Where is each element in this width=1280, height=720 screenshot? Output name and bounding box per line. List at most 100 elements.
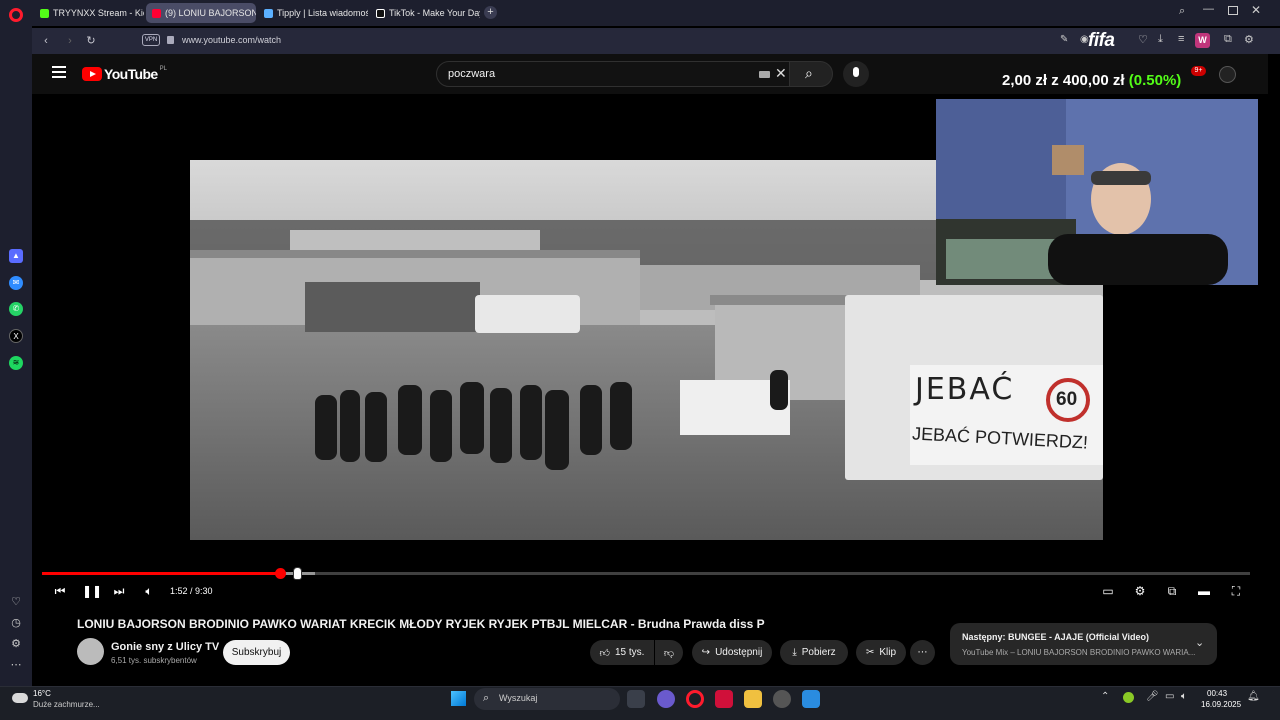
settings-gear-icon[interactable]: ⚙ (9, 637, 23, 651)
weather-temperature: 16°C (33, 689, 51, 698)
windows-start-icon[interactable] (451, 691, 466, 706)
more-dots-icon[interactable]: ⋯ (9, 658, 23, 672)
search-icon: ⌕ (483, 692, 490, 704)
search-input[interactable]: poczwara ✕ (436, 61, 821, 87)
menu-icon[interactable]: ≡ (1178, 33, 1184, 45)
donation-amount: 2,00 zł z 400,00 zł (1002, 72, 1125, 89)
aria-icon[interactable]: ▲ (9, 249, 23, 263)
download-icon: ⤓ (792, 647, 797, 658)
scissors-icon: ✂ (865, 647, 875, 658)
up-next-subtitle: YouTube Mix – LONIU BAJORSON BRODINIO PA… (962, 648, 1196, 657)
history-icon[interactable]: ◷ (9, 616, 23, 630)
progress-scrubber[interactable] (274, 568, 286, 579)
search-button[interactable]: ⌕ (789, 61, 833, 87)
next-button[interactable]: ⏭ (111, 583, 127, 599)
share-label: Udostępnij (715, 647, 763, 658)
opera-sidebar: ▲ ✉ ✆ X ≋ ♡ ◷ ⚙ ⋯ (0, 0, 32, 686)
taskbar-app-icon[interactable] (715, 690, 733, 708)
taskbar-folder-icon[interactable] (744, 690, 762, 708)
chevron-up-icon[interactable]: ⌃ (1101, 691, 1109, 702)
like-button[interactable]: 👍︎ 15 tys. (590, 640, 654, 665)
tab-search-icon[interactable]: ⌕ (1179, 5, 1185, 18)
taskbar-opera-icon[interactable] (686, 690, 704, 708)
previous-button[interactable]: ⏮ (52, 583, 68, 599)
vpn-badge[interactable]: VPN (142, 34, 160, 46)
whatsapp-icon[interactable]: ✆ (9, 302, 23, 316)
taskbar-app-icon[interactable] (773, 690, 791, 708)
settings-gear-icon[interactable]: ⚙ (1132, 583, 1148, 599)
share-button[interactable]: ↪ Udostępnij (692, 640, 772, 665)
x-twitter-icon[interactable]: X (9, 329, 23, 343)
tab-tipply[interactable]: Tipply | Lista wiadomości (258, 3, 368, 23)
maximize-window-button[interactable] (1228, 6, 1238, 15)
clock-date[interactable]: 16.09.2025 (1201, 700, 1241, 709)
clock-time[interactable]: 00:43 (1207, 689, 1227, 698)
fifa-overlay-logo: fifa (1088, 30, 1115, 51)
chevron-down-icon[interactable]: ⌄ (1195, 636, 1204, 649)
taskbar-app-icon[interactable] (627, 690, 645, 708)
heart-icon[interactable]: ♡ (1138, 33, 1148, 46)
weather-cloud-icon[interactable] (12, 693, 28, 703)
pause-button[interactable]: ❚❚ (82, 583, 102, 599)
tray-app-icon[interactable] (1123, 692, 1134, 703)
minimize-window-button[interactable]: — (1203, 3, 1214, 15)
channel-name[interactable]: Gonie sny z Ulicy TV (111, 641, 219, 653)
close-window-button[interactable]: ✕ (1251, 3, 1261, 17)
url-text[interactable]: www.youtube.com/watch (182, 35, 281, 45)
youtube-logo[interactable]: YouTube PL (82, 66, 167, 82)
profile-avatar[interactable]: W (1195, 33, 1210, 48)
time-display: 1:52 / 9:30 (170, 586, 213, 596)
theater-mode-icon[interactable]: ▬ (1196, 583, 1212, 599)
channel-avatar[interactable] (77, 638, 104, 665)
taskbar-app-icon[interactable] (657, 690, 675, 708)
donation-percent: (0.50%) (1128, 72, 1182, 89)
youtube-logo-text: YouTube (104, 66, 158, 82)
up-next-card[interactable]: Następny: BUNGEE - AJAJE (Official Video… (950, 623, 1217, 665)
heart-icon[interactable]: ♡ (9, 595, 23, 609)
voice-search-button[interactable] (843, 61, 869, 87)
dislike-button[interactable]: 👎︎ (655, 640, 683, 665)
taskbar-app-icon[interactable] (802, 690, 820, 708)
browser-tab-strip: TRYYNXX Stream - Kick D (9) LONIU BAJORS… (0, 0, 1280, 26)
fullscreen-icon[interactable]: ⛶ (1228, 583, 1244, 599)
microphone-icon[interactable]: 🎤︎ (1146, 691, 1159, 702)
subscribe-button[interactable]: Subskrybuj (223, 640, 290, 665)
tab-kick[interactable]: TRYYNXX Stream - Kick D (34, 3, 144, 23)
tab-tiktok[interactable]: TikTok - Make Your Day (370, 3, 480, 23)
subtitles-icon[interactable]: ▭ (1100, 583, 1116, 599)
reload-icon[interactable]: ↻ (83, 33, 99, 49)
lock-icon (167, 36, 174, 44)
edit-icon[interactable]: ✎ (1060, 34, 1068, 45)
back-arrow-icon[interactable]: ‹ (38, 33, 54, 49)
notification-badge[interactable]: 9+ (1191, 66, 1206, 76)
miniplayer-icon[interactable]: ⧉ (1164, 583, 1180, 599)
new-tab-plus-icon[interactable]: + (484, 6, 497, 19)
more-actions-button[interactable]: ⋯ (910, 640, 935, 665)
clip-button[interactable]: ✂ Klip (856, 640, 906, 665)
speaker-icon[interactable]: 🔈︎ (1181, 691, 1187, 702)
network-icon[interactable]: ▭ (1165, 691, 1174, 702)
taskbar-search-box[interactable]: ⌕ Wyszukaj (474, 688, 620, 710)
download-label: Pobierz (801, 647, 836, 658)
settings-gear-icon[interactable]: ⚙ (1244, 33, 1254, 46)
search-icon: ⌕ (805, 65, 813, 81)
banner-circle-logo: 60 (1046, 378, 1090, 422)
download-icon[interactable]: ⤓ (1158, 33, 1163, 46)
streamer-webcam (936, 99, 1258, 285)
download-button[interactable]: ⤓ Pobierz (780, 640, 848, 665)
notifications-bell-icon[interactable]: 🔔︎ (1247, 691, 1260, 702)
tab-youtube[interactable]: (9) LONIU BAJORSON (146, 3, 256, 23)
clear-search-icon[interactable]: ✕ (775, 65, 787, 82)
forward-arrow-icon[interactable]: › (62, 33, 78, 49)
mouse-cursor-icon (293, 567, 302, 580)
opera-logo-icon[interactable] (9, 8, 23, 22)
volume-icon[interactable]: 🔈︎ (141, 583, 157, 599)
messenger-icon[interactable]: ✉ (9, 276, 23, 290)
account-avatar[interactable] (1219, 66, 1236, 83)
extensions-icon[interactable]: ⧉ (1224, 33, 1232, 46)
video-progress-bar[interactable] (42, 568, 1250, 579)
keyboard-icon[interactable] (759, 71, 770, 78)
spotify-icon[interactable]: ≋ (9, 356, 23, 370)
hamburger-menu-icon[interactable] (52, 66, 66, 78)
region-code: PL (159, 66, 167, 72)
